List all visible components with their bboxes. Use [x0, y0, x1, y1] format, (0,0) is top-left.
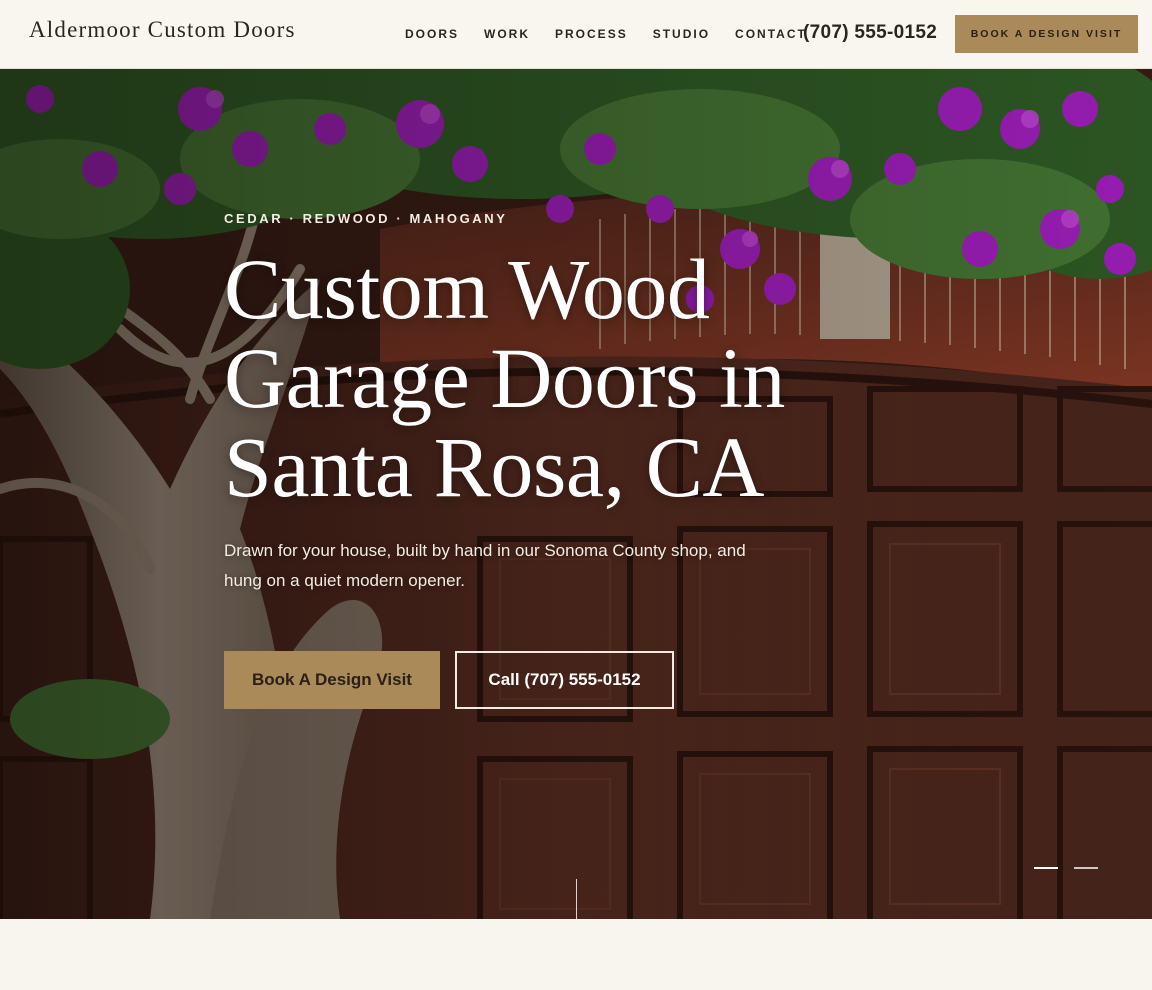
hero-subhead: Drawn for your house, built by hand in o… — [224, 541, 746, 590]
nav-process[interactable]: PROCESS — [555, 27, 628, 41]
headline-line-3: Santa Rosa, CA — [224, 419, 765, 515]
site-header: Aldermoor Custom Doors DOORS WORK PROCES… — [0, 0, 1152, 69]
nav-studio[interactable]: STUDIO — [653, 27, 710, 41]
nav-work[interactable]: WORK — [484, 27, 530, 41]
header-phone-link[interactable]: (707) 555-0152 — [803, 22, 937, 44]
hero-eyebrow: CEDAR · REDWOOD · MAHOGANY — [224, 211, 508, 226]
book-design-visit-header-button[interactable]: BOOK A DESIGN VISIT — [955, 15, 1138, 53]
slide-indicator-2[interactable] — [1074, 867, 1098, 869]
nav-doors[interactable]: DOORS — [405, 27, 459, 41]
book-design-visit-button[interactable]: Book A Design Visit — [224, 651, 440, 709]
headline-line-2: Garage Doors in — [224, 330, 785, 426]
brand-logo[interactable]: Aldermoor Custom Doors — [29, 17, 296, 43]
hero-headline: Custom Wood Garage Doors in Santa Rosa, … — [224, 245, 824, 512]
main-nav: DOORS WORK PROCESS STUDIO CONTACT — [405, 27, 832, 41]
headline-line-1: Custom Wood — [224, 241, 710, 337]
slide-indicator-1[interactable] — [1034, 867, 1058, 869]
hero-section: CEDAR · REDWOOD · MAHOGANY Custom Wood G… — [0, 69, 1152, 919]
nav-contact[interactable]: CONTACT — [735, 27, 807, 41]
call-phone-button[interactable]: Call (707) 555-0152 — [455, 651, 674, 709]
scroll-indicator — [576, 879, 577, 919]
